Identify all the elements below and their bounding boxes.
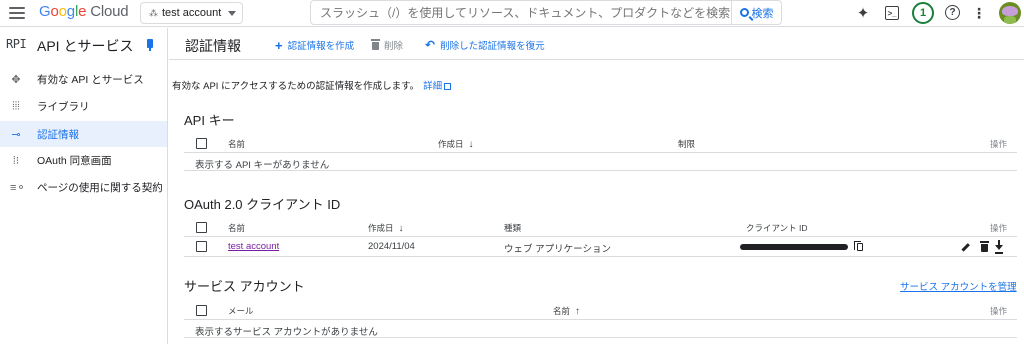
sidebar-item-enabled-apis[interactable]: ✥ 有効な API とサービス [0,66,167,92]
sparkle-icon[interactable]: ✦ [855,4,871,22]
edit-icon[interactable] [961,243,970,252]
client-type: ウェブ アプリケーション [504,244,611,255]
oauth-clients-title: OAuth 2.0 クライアント ID [184,197,341,212]
create-credentials-button[interactable]: + 認証情報を作成 [275,37,354,53]
project-selector[interactable]: ⁂ test account [140,2,243,24]
trash-icon [371,39,380,50]
api-keys-title: API キー [184,113,235,128]
select-all-checkbox[interactable] [196,305,207,316]
top-bar: GoogleCloud ⁂ test account 検索 ✦ >_ 1 ? ⋮ [0,0,1024,27]
table-row: test account 2024/11/04 ウェブ アプリケーション [184,237,1017,257]
table-row: 表示するサービス アカウントがありません [184,320,1017,338]
select-all-checkbox[interactable] [196,138,207,149]
sidebar: RPI API とサービス ✥ 有効な API とサービス ⦙⦙⦙ ライブラリ … [0,28,168,344]
more-vert-icon[interactable]: ⋮ [972,4,986,22]
arrow-down-icon: ↓ [398,223,404,234]
google-cloud-logo[interactable]: Google Cloud [39,3,129,20]
service-accounts-title: サービス アカウント [184,279,305,294]
created-date: 2024/11/04 [368,241,415,252]
sidebar-header: RPI API とサービス [0,28,168,62]
column-header-actions: 操作 [990,139,1008,149]
column-header-name[interactable]: 名前 ↑ [553,305,580,317]
settings-list-icon: ≡⚬ [10,181,26,194]
table-header-row: 名前 作成日 ↓ 制限 操作 [184,134,1017,153]
column-header-name[interactable]: 名前 [228,138,245,150]
client-id-redacted [740,244,848,250]
sidebar-item-credentials[interactable]: ⊸ 認証情報 [0,121,167,147]
avatar[interactable] [999,2,1021,24]
delete-button[interactable]: 削除 [371,38,403,52]
page-title: 認証情報 [185,38,241,54]
column-header-name[interactable]: 名前 [228,222,245,234]
pin-icon[interactable] [147,39,153,51]
column-header-restrictions: 制限 [678,139,696,149]
project-icon: ⁂ [149,7,158,18]
delete-icon[interactable] [980,241,989,252]
table-header-row: 名前 作成日 ↓ 種類 クライアント ID 操作 [184,217,1017,237]
notifications-badge[interactable]: 1 [912,2,934,24]
table-row: 表示する API キーがありません [184,153,1017,171]
column-header-created[interactable]: 作成日 ↓ [438,138,474,150]
add-icon: + [275,37,283,53]
key-icon: ⊸ [11,128,21,141]
library-icon: ⦙⦙⦙ [12,99,20,112]
client-name-link[interactable]: test account [228,241,279,252]
search-input[interactable] [311,5,731,20]
search-button[interactable]: 検索 [731,1,781,24]
menu-icon[interactable] [9,6,25,20]
page-description: 有効な API にアクセスするための認証情報を作成します。 詳細 [172,78,452,92]
column-header-client-id: クライアント ID [746,223,808,233]
terminal-icon[interactable]: >_ [885,6,899,20]
manage-service-accounts-link[interactable]: サービス アカウントを管理 [900,279,1017,293]
chevron-down-icon [228,10,236,16]
page-header: 認証情報 + 認証情報を作成 削除 ↶ 削除した認証情報を復元 [169,28,1024,60]
learn-more-link[interactable]: 詳細 [423,81,442,92]
arrow-down-icon: ↓ [468,139,474,150]
table-header-row: メール 名前 ↑ 操作 [184,301,1017,320]
column-header-created[interactable]: 作成日 ↓ [368,222,404,234]
column-header-actions: 操作 [990,306,1008,316]
column-header-email[interactable]: メール [228,305,254,317]
copy-icon[interactable] [854,241,863,251]
select-all-checkbox[interactable] [196,222,207,233]
arrow-up-icon: ↑ [575,306,581,317]
row-checkbox[interactable] [196,241,207,252]
search-bar: 検索 [310,0,782,25]
open-in-new-icon [444,83,452,90]
column-header-actions: 操作 [990,223,1008,233]
sidebar-item-page-usage[interactable]: ≡⚬ ページの使用に関する契約 [0,174,167,200]
help-icon[interactable]: ? [945,5,960,20]
download-icon[interactable] [995,240,1003,254]
api-icon: ✥ [11,73,21,86]
api-logo: RPI [6,37,27,51]
sidebar-item-oauth-consent[interactable]: ⁞⁝ OAuth 同意画面 [0,147,167,173]
project-name: test account [162,7,222,19]
consent-icon: ⁞⁝ [12,154,20,167]
empty-state-text: 表示するサービス アカウントがありません [195,327,378,338]
restore-deleted-button[interactable]: ↶ 削除した認証情報を復元 [425,38,545,52]
sidebar-item-library[interactable]: ⦙⦙⦙ ライブラリ [0,93,167,119]
search-icon [739,8,749,17]
sidebar-title: API とサービス [37,38,134,54]
empty-state-text: 表示する API キーがありません [195,160,330,171]
undo-icon: ↶ [425,38,436,52]
column-header-type[interactable]: 種類 [504,222,521,234]
